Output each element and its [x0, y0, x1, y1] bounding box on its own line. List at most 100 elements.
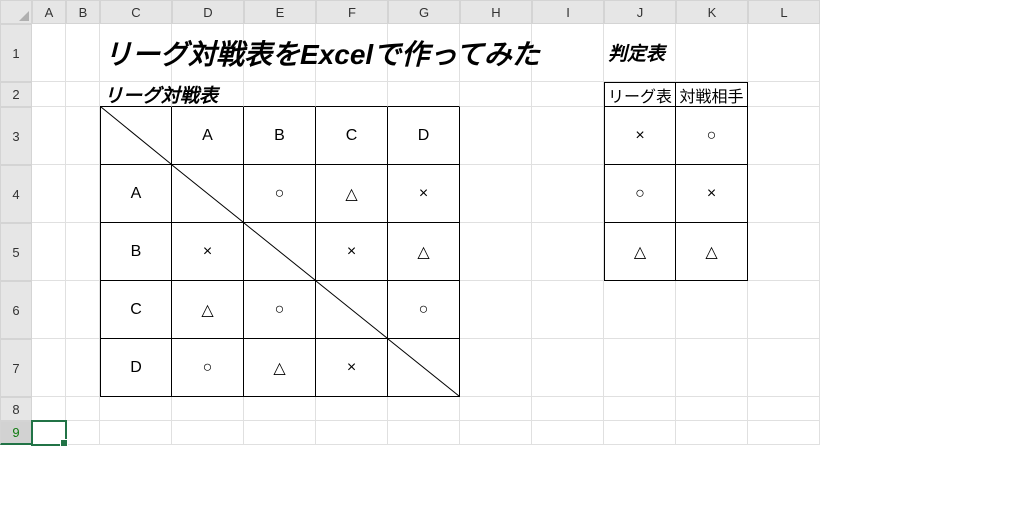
cell-J8[interactable] — [604, 397, 676, 421]
cell-K8[interactable] — [676, 397, 748, 421]
cell-A2[interactable] — [32, 82, 66, 107]
row-header-9[interactable]: 9 — [0, 421, 32, 445]
cell-H5[interactable] — [460, 223, 532, 281]
cell-F3[interactable]: C — [316, 107, 388, 165]
cell-F4[interactable]: △ — [316, 165, 388, 223]
cell-F6[interactable] — [316, 281, 388, 339]
cell-A4[interactable] — [32, 165, 66, 223]
cell-H3[interactable] — [460, 107, 532, 165]
cell-H7[interactable] — [460, 339, 532, 397]
cell-B7[interactable] — [66, 339, 100, 397]
cell-L6[interactable] — [748, 281, 820, 339]
cell-I2[interactable] — [532, 82, 604, 107]
cell-A5[interactable] — [32, 223, 66, 281]
cell-B4[interactable] — [66, 165, 100, 223]
col-header-B[interactable]: B — [66, 0, 100, 24]
cell-G5[interactable]: △ — [388, 223, 460, 281]
cell-D9[interactable] — [172, 421, 244, 445]
col-header-G[interactable]: G — [388, 0, 460, 24]
cell-E9[interactable] — [244, 421, 316, 445]
cell-F9[interactable] — [316, 421, 388, 445]
cell-F7[interactable]: × — [316, 339, 388, 397]
cell-L5[interactable] — [748, 223, 820, 281]
cell-A7[interactable] — [32, 339, 66, 397]
cell-A9[interactable] — [32, 421, 66, 445]
cell-F2[interactable] — [316, 82, 388, 107]
cell-B1[interactable] — [66, 24, 100, 82]
col-header-H[interactable]: H — [460, 0, 532, 24]
cell-B2[interactable] — [66, 82, 100, 107]
select-all-corner[interactable] — [0, 0, 32, 24]
cell-C8[interactable] — [100, 397, 172, 421]
cell-G6[interactable]: ○ — [388, 281, 460, 339]
row-header-3[interactable]: 3 — [0, 107, 32, 165]
cell-I5[interactable] — [532, 223, 604, 281]
cell-J1[interactable]: 判定表 — [604, 24, 676, 82]
cell-K5[interactable]: △ — [676, 223, 748, 281]
cell-L1[interactable] — [748, 24, 820, 82]
col-header-A[interactable]: A — [32, 0, 66, 24]
cell-K6[interactable] — [676, 281, 748, 339]
col-header-K[interactable]: K — [676, 0, 748, 24]
cell-E3[interactable]: B — [244, 107, 316, 165]
cell-K4[interactable]: × — [676, 165, 748, 223]
cell-D4[interactable] — [172, 165, 244, 223]
cell-C7[interactable]: D — [100, 339, 172, 397]
cell-G9[interactable] — [388, 421, 460, 445]
cell-B3[interactable] — [66, 107, 100, 165]
cell-C9[interactable] — [100, 421, 172, 445]
cell-J5[interactable]: △ — [604, 223, 676, 281]
cell-I7[interactable] — [532, 339, 604, 397]
cell-I8[interactable] — [532, 397, 604, 421]
cell-K1[interactable] — [676, 24, 748, 82]
cell-J7[interactable] — [604, 339, 676, 397]
cell-E4[interactable]: ○ — [244, 165, 316, 223]
col-header-F[interactable]: F — [316, 0, 388, 24]
row-header-5[interactable]: 5 — [0, 223, 32, 281]
cell-G4[interactable]: × — [388, 165, 460, 223]
cell-D5[interactable]: × — [172, 223, 244, 281]
cell-C3[interactable] — [100, 107, 172, 165]
col-header-J[interactable]: J — [604, 0, 676, 24]
cell-J3[interactable]: × — [604, 107, 676, 165]
cell-C4[interactable]: A — [100, 165, 172, 223]
cell-H8[interactable] — [460, 397, 532, 421]
cell-D7[interactable]: ○ — [172, 339, 244, 397]
cell-L4[interactable] — [748, 165, 820, 223]
cell-C5[interactable]: B — [100, 223, 172, 281]
cell-L2[interactable] — [748, 82, 820, 107]
cell-B8[interactable] — [66, 397, 100, 421]
cell-I9[interactable] — [532, 421, 604, 445]
cell-G3[interactable]: D — [388, 107, 460, 165]
row-header-6[interactable]: 6 — [0, 281, 32, 339]
cell-A8[interactable] — [32, 397, 66, 421]
cell-L8[interactable] — [748, 397, 820, 421]
cell-A3[interactable] — [32, 107, 66, 165]
cell-B5[interactable] — [66, 223, 100, 281]
cell-L7[interactable] — [748, 339, 820, 397]
cell-E7[interactable]: △ — [244, 339, 316, 397]
col-header-E[interactable]: E — [244, 0, 316, 24]
cell-B6[interactable] — [66, 281, 100, 339]
col-header-I[interactable]: I — [532, 0, 604, 24]
cell-C1[interactable]: リーグ対戦表をExcelで作ってみた — [100, 24, 172, 82]
cell-I1[interactable] — [532, 24, 604, 82]
cell-D8[interactable] — [172, 397, 244, 421]
cell-H6[interactable] — [460, 281, 532, 339]
cell-C2[interactable]: リーグ対戦表 — [100, 82, 172, 107]
cell-B9[interactable] — [66, 421, 100, 445]
cell-A6[interactable] — [32, 281, 66, 339]
cell-E8[interactable] — [244, 397, 316, 421]
cell-E5[interactable] — [244, 223, 316, 281]
row-header-8[interactable]: 8 — [0, 397, 32, 421]
row-header-7[interactable]: 7 — [0, 339, 32, 397]
cell-A1[interactable] — [32, 24, 66, 82]
cell-D3[interactable]: A — [172, 107, 244, 165]
col-header-L[interactable]: L — [748, 0, 820, 24]
cell-D6[interactable]: △ — [172, 281, 244, 339]
cell-L9[interactable] — [748, 421, 820, 445]
cell-J2[interactable]: リーグ表 — [604, 82, 676, 107]
cell-J9[interactable] — [604, 421, 676, 445]
col-header-C[interactable]: C — [100, 0, 172, 24]
spreadsheet-grid[interactable]: A B C D E F G H I J K L 1 リーグ対戦表をExcelで作… — [0, 0, 820, 445]
